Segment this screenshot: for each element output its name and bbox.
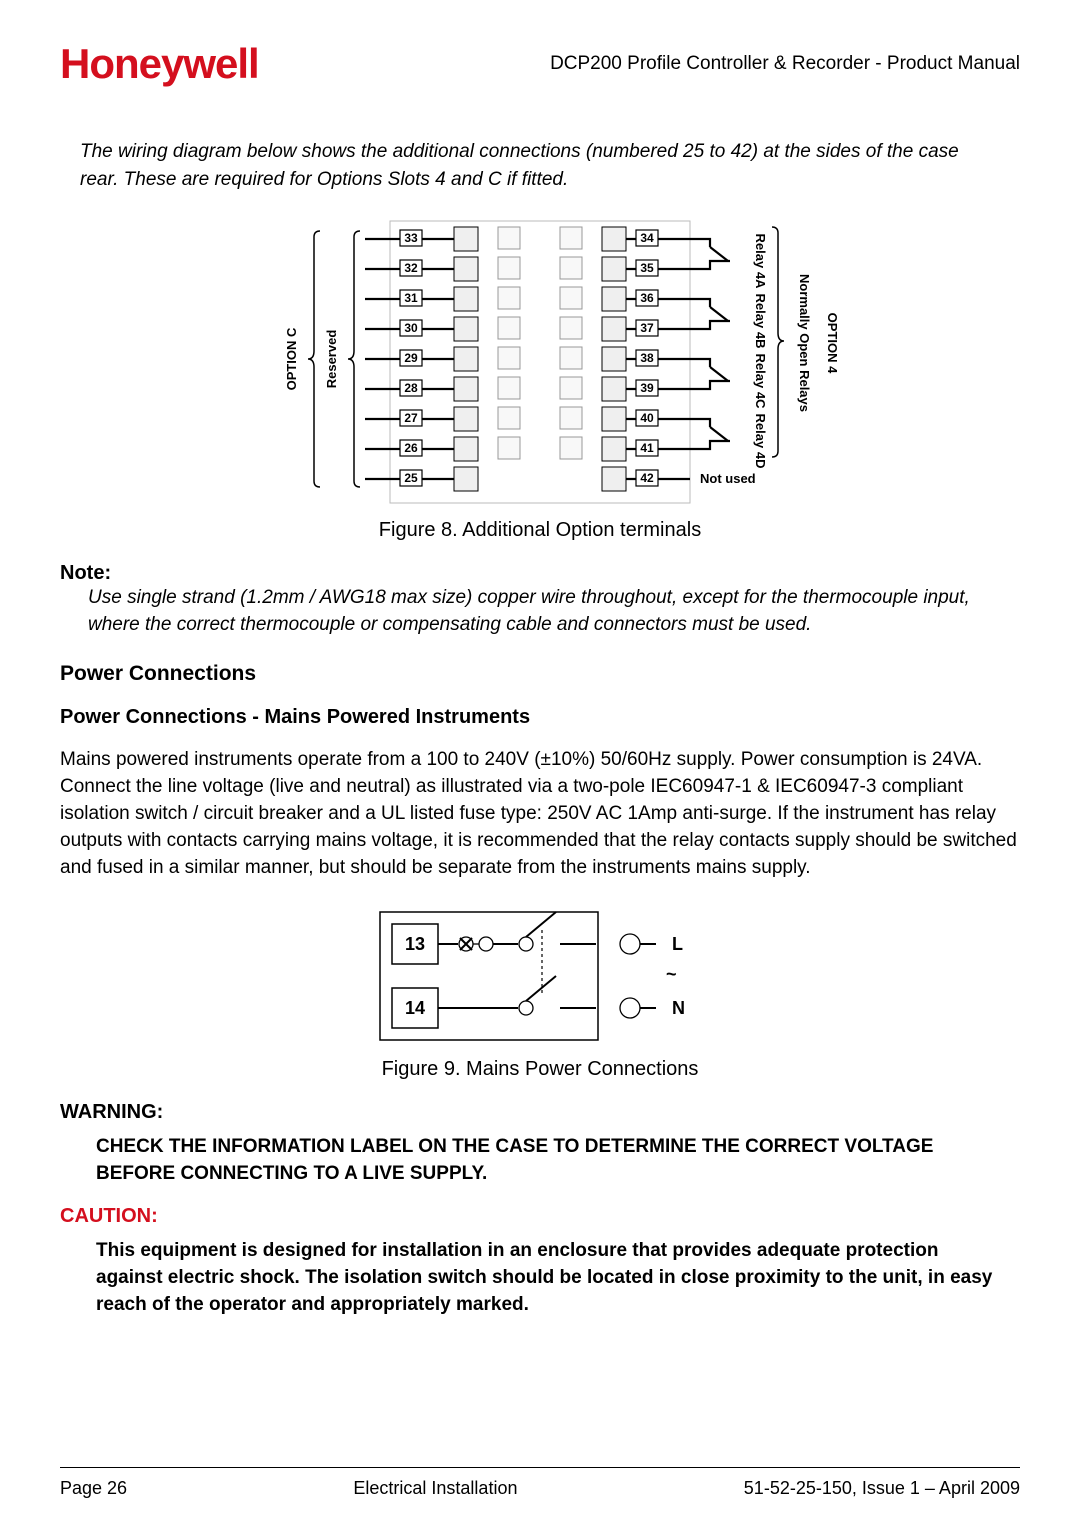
svg-text:26: 26 (404, 441, 418, 455)
svg-text:N: N (672, 998, 685, 1018)
figure-8-caption: Figure 8. Additional Option terminals (60, 519, 1020, 542)
svg-text:25: 25 (404, 471, 418, 485)
svg-text:Not used: Not used (700, 471, 756, 486)
logo: Honeywell (60, 40, 259, 88)
svg-text:40: 40 (640, 411, 654, 425)
note-block: Note: Use single strand (1.2mm / AWG18 m… (60, 562, 1020, 638)
svg-text:14: 14 (405, 998, 425, 1018)
svg-text:Relay 4D: Relay 4D (753, 414, 768, 469)
svg-text:Reserved: Reserved (324, 330, 339, 389)
svg-text:27: 27 (404, 411, 418, 425)
figure-9: 13 L ~ 14 N Figure 9. Mains Power Connec… (60, 902, 1020, 1081)
caution-label: CAUTION: (60, 1205, 1020, 1228)
svg-text:30: 30 (404, 321, 418, 335)
note-body: Use single strand (1.2mm / AWG18 max siz… (88, 585, 1000, 638)
warning-body: CHECK THE INFORMATION LABEL ON THE CASE … (96, 1134, 1000, 1187)
heading-mains-powered: Power Connections - Mains Powered Instru… (60, 706, 1020, 729)
footer-section: Electrical Installation (353, 1478, 517, 1499)
svg-text:41: 41 (640, 441, 654, 455)
intro-paragraph: The wiring diagram below shows the addit… (80, 138, 1000, 193)
figure-9-caption: Figure 9. Mains Power Connections (60, 1058, 1020, 1081)
footer-page: Page 26 (60, 1478, 127, 1499)
caution-body: This equipment is designed for installat… (96, 1238, 1000, 1318)
page-header: Honeywell DCP200 Profile Controller & Re… (60, 40, 1020, 88)
svg-text:28: 28 (404, 381, 418, 395)
svg-text:38: 38 (640, 351, 654, 365)
svg-text:31: 31 (404, 291, 418, 305)
page-footer: Page 26 Electrical Installation 51-52-25… (60, 1467, 1020, 1499)
svg-text:OPTION 4: OPTION 4 (825, 313, 840, 374)
svg-text:~: ~ (666, 964, 677, 984)
svg-text:39: 39 (640, 381, 654, 395)
svg-text:33: 33 (404, 231, 418, 245)
footer-docinfo: 51-52-25-150, Issue 1 – April 2009 (744, 1478, 1020, 1499)
svg-text:Relay 4C: Relay 4C (753, 354, 768, 410)
svg-text:13: 13 (405, 934, 425, 954)
svg-text:29: 29 (404, 351, 418, 365)
svg-text:Relay 4B: Relay 4B (753, 294, 768, 349)
mains-paragraph: Mains powered instruments operate from a… (60, 747, 1020, 882)
warning-label: WARNING: (60, 1101, 1020, 1124)
document-title: DCP200 Profile Controller & Recorder - P… (550, 53, 1020, 75)
mains-power-diagram-icon: 13 L ~ 14 N (360, 902, 720, 1052)
svg-text:36: 36 (640, 291, 654, 305)
svg-text:42: 42 (640, 471, 654, 485)
svg-text:L: L (672, 934, 683, 954)
svg-text:37: 37 (640, 321, 654, 335)
svg-text:32: 32 (404, 261, 418, 275)
note-label: Note: (60, 562, 1020, 585)
wiring-diagram-icon: 33 32 31 30 29 28 27 26 25 34 35 36 37 3… (200, 213, 880, 513)
svg-text:Relay 4A: Relay 4A (753, 234, 768, 290)
svg-text:Normally Open Relays: Normally Open Relays (797, 274, 812, 412)
heading-power-connections: Power Connections (60, 662, 1020, 686)
svg-text:34: 34 (640, 231, 654, 245)
svg-text:35: 35 (640, 261, 654, 275)
figure-8: 33 32 31 30 29 28 27 26 25 34 35 36 37 3… (60, 213, 1020, 542)
svg-text:OPTION C: OPTION C (284, 327, 299, 390)
